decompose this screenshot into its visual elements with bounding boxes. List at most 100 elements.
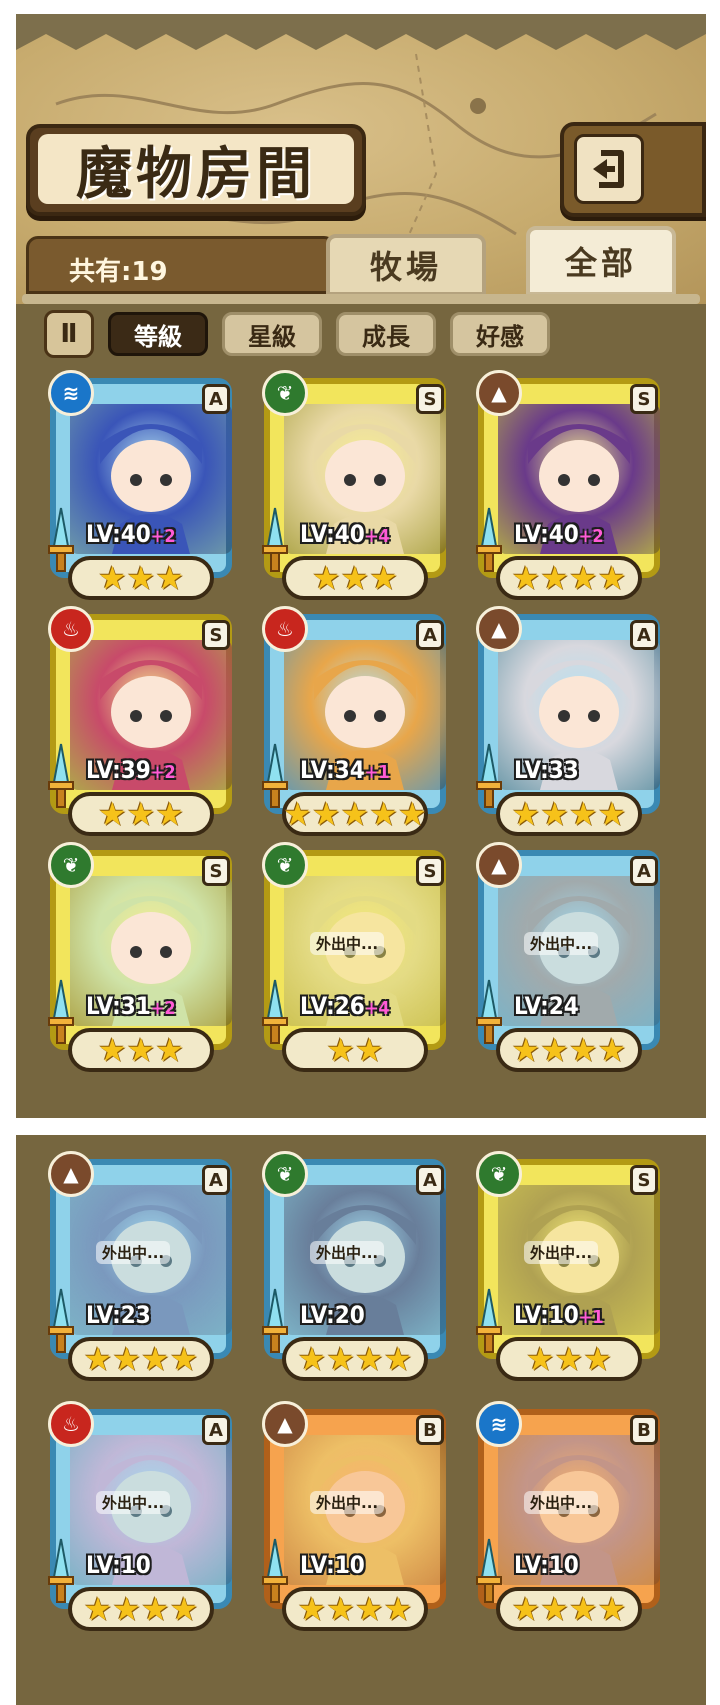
title-plate: 魔物房間 [26,124,366,216]
level-label: LV:24 [514,992,579,1020]
monster-card[interactable]: ▲ B 外出中... LV:10 ★★★★ [260,1401,450,1633]
away-status: 外出中... [524,932,599,955]
monster-card[interactable]: ♨ A LV:34+1 ★★★★★ [260,606,450,838]
level-label: LV:20 [300,1301,365,1329]
level-label: LV:40+4 [300,520,390,548]
level-label: LV:10 [86,1551,151,1579]
star-icons: ★★★ [525,1340,613,1378]
tab-all[interactable]: 全部 [526,226,676,296]
monster-card[interactable]: ❦ S 外出中... LV:26+4 ★★ [260,842,450,1074]
rank-badge: A [630,620,658,650]
star-icons: ★★★ [311,559,399,597]
rank-badge: S [630,1165,658,1195]
monster-card[interactable]: ♨ A 外出中... LV:10 ★★★★ [46,1401,236,1633]
return-arrow-icon [593,150,624,188]
sort-order-toggle[interactable]: Ⅱ [44,310,94,358]
rank-badge: S [202,620,230,650]
monster-room-panel-continued: ▲ A 外出中... LV:23 ★★★★ ❦ A 外出中... LV:20 ★★★★ ❦ S 外出中.… [16,1135,706,1705]
star-rating: ★★★★ [496,556,642,600]
star-rating: ★★★★ [68,1337,214,1381]
star-icons: ★★★ [97,795,185,833]
monster-count: 共有:19 [69,257,168,287]
level-label: LV:23 [86,1301,151,1329]
rank-badge: A [416,1165,444,1195]
rank-badge: A [202,1415,230,1445]
away-status: 外出中... [96,1491,171,1514]
sort-growth-button[interactable]: 成長 [336,312,436,356]
level-label: LV:34+1 [300,756,390,784]
waves-icon: ≋ [476,1401,522,1447]
screenshot-gap [0,1118,720,1135]
sort-bar: Ⅱ 等級 星級 成長 好感 [44,310,684,360]
star-icons: ★★★★ [83,1340,199,1378]
star-rating: ★★ [282,1028,428,1072]
monster-card[interactable]: ♨ S LV:39+2 ★★★ [46,606,236,838]
monster-count-tab: 共有:19 [26,236,336,294]
level-label: LV:10 [300,1551,365,1579]
monster-card[interactable]: ▲ A LV:33 ★★★★ [474,606,664,838]
star-rating: ★★★★ [496,792,642,836]
monster-card[interactable]: ❦ S LV:31+2 ★★★ [46,842,236,1074]
level-value: LV:26 [300,992,365,1020]
waves-icon: ≋ [48,370,94,416]
sort-affection-button[interactable]: 好感 [450,312,550,356]
level-value: LV:10 [300,1551,365,1579]
back-button[interactable] [560,122,706,217]
star-icons: ★★★★ [511,1590,627,1628]
level-value: LV:33 [514,756,579,784]
star-icons: ★★★★ [83,1590,199,1628]
away-status: 外出中... [310,1241,385,1264]
rank-badge: A [202,1165,230,1195]
leaf-icon: ❦ [476,1151,522,1197]
monster-card[interactable]: ▲ S LV:40+2 ★★★★ [474,370,664,602]
level-label: LV:40+2 [514,520,604,548]
level-bonus: +1 [364,762,390,783]
mountain-icon: ▲ [262,1401,308,1447]
monster-card[interactable]: ❦ S 外出中... LV:10+1 ★★★ [474,1151,664,1383]
star-icons: ★★★★ [511,795,627,833]
star-rating: ★★★ [68,1028,214,1072]
star-rating: ★★★★ [496,1587,642,1631]
rank-badge: A [202,384,230,414]
level-label: LV:10+1 [514,1301,604,1329]
rank-badge: A [416,620,444,650]
level-bonus: +2 [150,762,176,783]
mountain-icon: ▲ [48,1151,94,1197]
away-status: 外出中... [524,1241,599,1264]
level-value: LV:24 [514,992,579,1020]
level-value: LV:34 [300,756,365,784]
mountain-icon: ▲ [476,606,522,652]
level-value: LV:40 [300,520,365,548]
level-bonus: +2 [578,526,604,547]
leaf-icon: ❦ [262,370,308,416]
star-rating: ★★★★ [282,1587,428,1631]
star-icons: ★★★ [97,559,185,597]
monster-room-panel: 魔物房間 共有:19 牧場 全部 Ⅱ 等級 星級 成長 好感 ≋ A LV:40+2… [16,14,706,1118]
level-label: LV:33 [514,756,579,784]
rank-badge: A [630,856,658,886]
star-icons: ★★★★ [297,1340,413,1378]
sort-stars-button[interactable]: 星級 [222,312,322,356]
away-status: 外出中... [524,1491,599,1514]
level-label: LV:39+2 [86,756,176,784]
star-icons: ★★★★ [297,1590,413,1628]
star-rating: ★★★ [496,1337,642,1381]
level-label: LV:31+2 [86,992,176,1020]
level-bonus: +4 [364,998,390,1019]
level-label: LV:40+2 [86,520,176,548]
star-icons: ★★★★ [511,1031,627,1069]
monster-card[interactable]: ❦ S LV:40+4 ★★★ [260,370,450,602]
level-value: LV:31 [86,992,151,1020]
star-rating: ★★★★ [68,1587,214,1631]
sort-level-button[interactable]: 等級 [108,312,208,356]
tab-ranch[interactable]: 牧場 [326,234,486,296]
monster-card[interactable]: ▲ A 外出中... LV:24 ★★★★ [474,842,664,1074]
monster-card[interactable]: ≋ B 外出中... LV:10 ★★★★ [474,1401,664,1633]
monster-card[interactable]: ▲ A 外出中... LV:23 ★★★★ [46,1151,236,1383]
star-rating: ★★★ [68,556,214,600]
leaf-icon: ❦ [262,1151,308,1197]
monster-card[interactable]: ≋ A LV:40+2 ★★★ [46,370,236,602]
monster-card[interactable]: ❦ A 外出中... LV:20 ★★★★ [260,1151,450,1383]
level-value: LV:10 [514,1301,579,1329]
star-rating: ★★★★★ [282,792,428,836]
